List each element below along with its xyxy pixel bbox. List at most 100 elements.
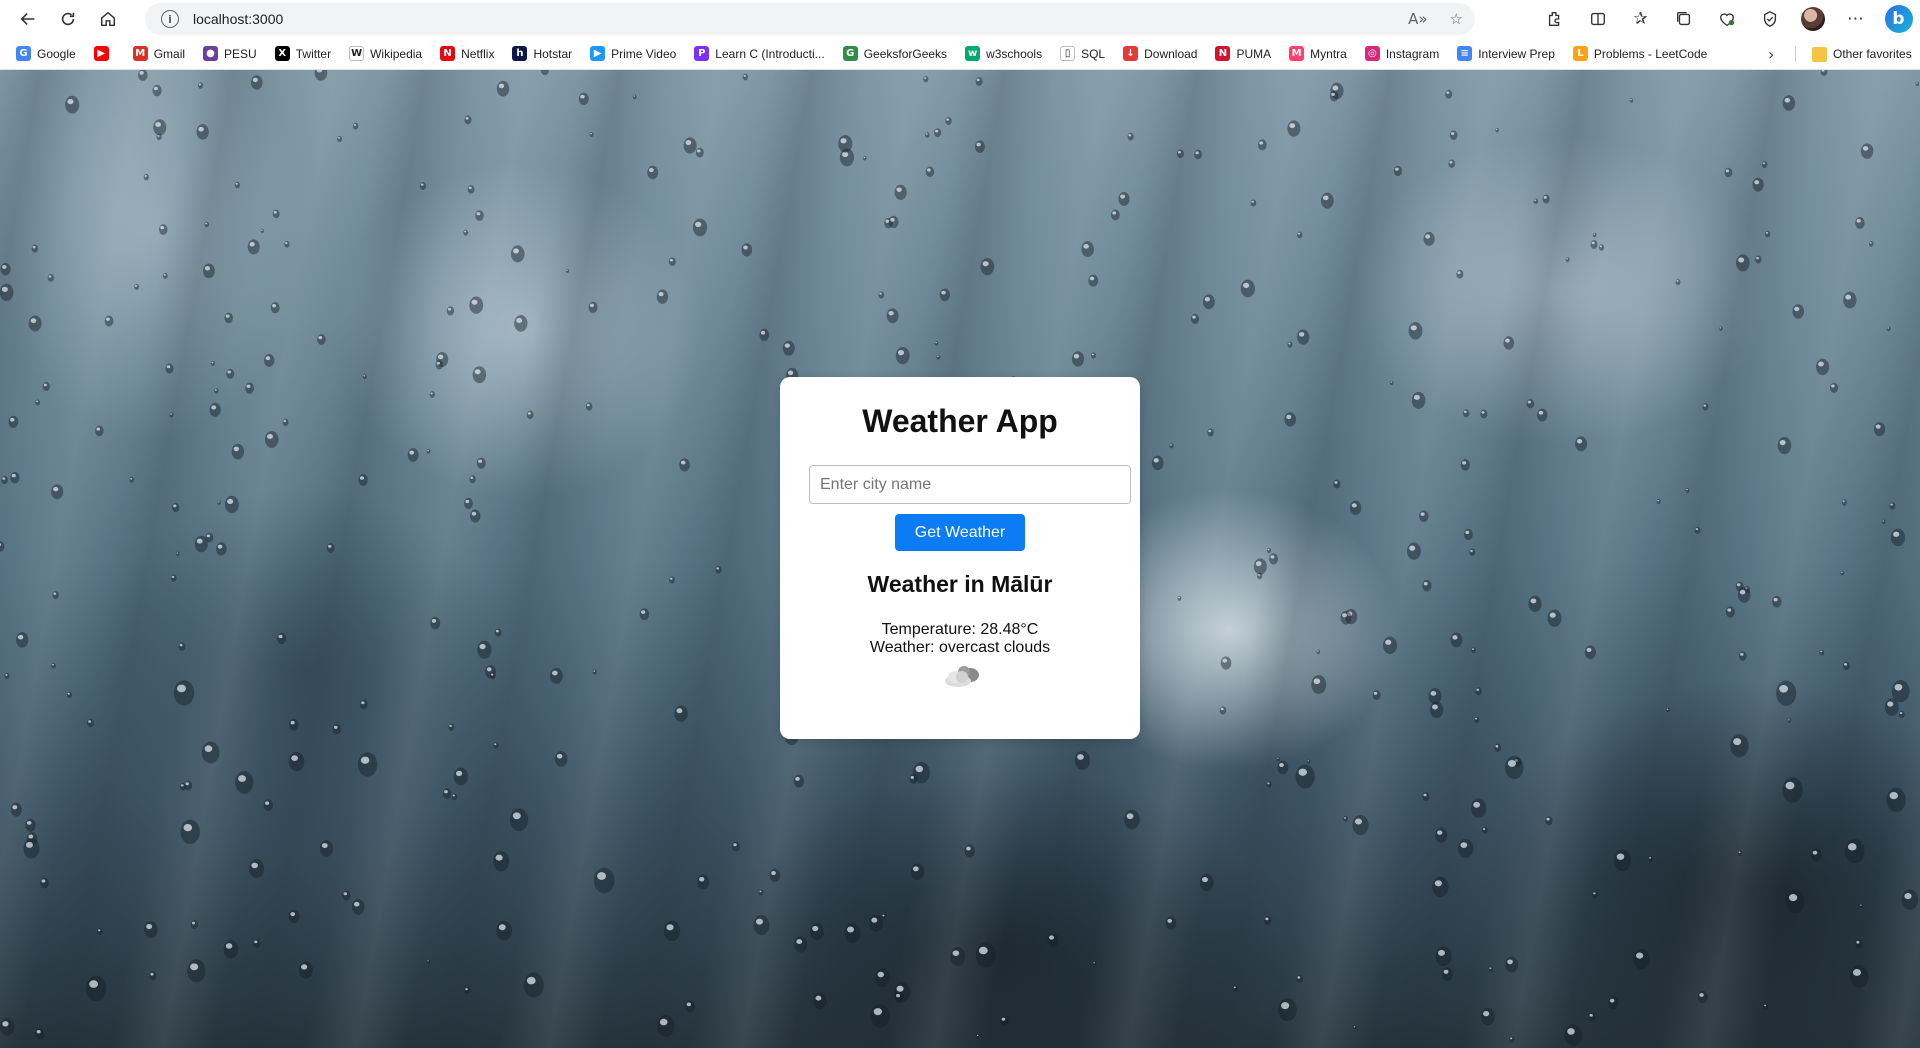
raindrop: [52, 591, 59, 599]
bookmark-item[interactable]: N Netflix: [434, 41, 500, 67]
raindrop: [1448, 159, 1456, 168]
pesu-icon: ●: [203, 46, 219, 61]
raindrop: [1685, 488, 1690, 493]
raindrop: [463, 229, 469, 236]
raindrop: [1352, 814, 1369, 836]
raindrop: [178, 642, 186, 651]
raindrop: [1449, 130, 1458, 140]
bookmark-label: Instagram: [1385, 46, 1440, 61]
raindrop: [1450, 632, 1463, 648]
raindrop: [1475, 687, 1482, 696]
raindrop: [1429, 701, 1444, 719]
bookmark-item[interactable]: ↓ Download: [1117, 41, 1203, 67]
raindrop: [1419, 510, 1429, 523]
raindrop: [1165, 916, 1177, 930]
raindrop: [554, 751, 568, 767]
raindrop: [263, 799, 273, 812]
raindrop: [453, 767, 469, 786]
bookmark-label: Gmail: [153, 46, 186, 61]
bookmark-item[interactable]: W Wikipedia: [343, 41, 428, 67]
raindrop: [888, 215, 899, 229]
get-weather-button[interactable]: Get Weather: [895, 514, 1025, 551]
raindrop: [565, 268, 570, 273]
home-button[interactable]: [88, 2, 128, 36]
raindrop: [8, 415, 19, 428]
raindrop: [1702, 403, 1709, 411]
raindrop: [1110, 209, 1120, 221]
raindrop: [936, 354, 941, 360]
raindrop: [1329, 90, 1339, 102]
raindrop: [578, 92, 589, 106]
bookmark-item[interactable]: M Gmail: [127, 41, 191, 67]
favorites-button[interactable]: ✰: [1619, 2, 1662, 36]
chevron-right-icon[interactable]: ›: [1768, 38, 1774, 70]
other-favorites-folder[interactable]: ▮ Other favorites: [1806, 41, 1918, 67]
city-input[interactable]: [809, 465, 1131, 504]
overcast-clouds-icon: [945, 666, 979, 687]
raindrop: [1868, 240, 1874, 247]
favorite-star-icon[interactable]: ☆: [1450, 10, 1463, 28]
raindrop: [1509, 1036, 1515, 1043]
performance-button[interactable]: [1705, 2, 1748, 36]
back-button[interactable]: [8, 2, 48, 36]
raindrop: [1423, 231, 1435, 246]
bookmark-item[interactable]: ● PESU: [197, 41, 263, 67]
raindrop: [1787, 718, 1792, 723]
puma-icon: N: [1215, 46, 1231, 61]
bookmark-item[interactable]: ≡ Interview Prep: [1451, 41, 1561, 67]
raindrop: [477, 640, 492, 659]
split-screen-button[interactable]: [1576, 2, 1619, 36]
bookmark-item[interactable]: ◎ Instagram: [1359, 41, 1445, 67]
raindrop: [143, 173, 149, 181]
bookmark-item[interactable]: G Google: [10, 41, 82, 67]
bookmark-item[interactable]: ▶: [88, 41, 121, 67]
raindrop: [198, 82, 204, 89]
bookmark-item[interactable]: h Hotstar: [506, 41, 578, 67]
raindrop: [1494, 743, 1502, 753]
bookmark-item[interactable]: M Myntra: [1283, 41, 1353, 67]
collections-button[interactable]: [1662, 2, 1705, 36]
bookmark-item[interactable]: ▯ SQL: [1054, 41, 1111, 67]
raindrop: [162, 272, 168, 279]
bookmark-item[interactable]: N PUMA: [1209, 41, 1277, 67]
bookmark-item[interactable]: P Learn C (Introducti...: [688, 41, 830, 67]
raindrop: [1537, 408, 1548, 422]
raindrop: [288, 909, 300, 924]
copilot-shield-button[interactable]: [1748, 2, 1791, 36]
raindrop: [1, 475, 8, 485]
bing-copilot-button[interactable]: b: [1877, 2, 1920, 36]
raindrop: [176, 551, 180, 557]
bookmark-label: Google: [37, 46, 76, 61]
raindrop: [1382, 636, 1397, 655]
refresh-button[interactable]: [48, 2, 88, 36]
bookmark-item[interactable]: G GeeksforGeeks: [837, 41, 953, 67]
raindrop: [510, 245, 525, 263]
raindrop: [362, 374, 367, 380]
raindrop: [1435, 946, 1452, 967]
raindrop: [51, 484, 64, 500]
bookmark-item[interactable]: ▶ Prime Video: [584, 41, 682, 67]
address-bar[interactable]: i localhost:3000 A» ☆: [145, 3, 1475, 35]
bookmark-item[interactable]: w w3schools: [959, 41, 1048, 67]
raindrop: [10, 471, 20, 484]
raindrop: [1724, 167, 1733, 178]
raindrop: [448, 723, 455, 731]
raindrop: [1458, 838, 1474, 859]
bookmark-item[interactable]: L Problems - LeetCode: [1567, 41, 1713, 67]
raindrop: [1353, 1025, 1357, 1030]
raindrop: [588, 301, 598, 314]
bookmark-item[interactable]: X Twitter: [269, 41, 337, 67]
raindrop: [464, 497, 473, 510]
site-info-icon[interactable]: i: [161, 10, 179, 28]
raindrop: [1422, 792, 1430, 801]
more-options-button[interactable]: ⋯: [1834, 2, 1877, 36]
raindrop: [1284, 412, 1296, 427]
raindrop: [419, 182, 427, 190]
profile-button[interactable]: [1791, 2, 1834, 36]
extensions-button[interactable]: [1533, 2, 1576, 36]
raindrop: [194, 535, 208, 553]
read-aloud-icon[interactable]: A»: [1408, 10, 1427, 28]
raindrop: [980, 258, 995, 276]
address-url[interactable]: localhost:3000: [193, 11, 283, 27]
raindrop: [359, 699, 368, 710]
